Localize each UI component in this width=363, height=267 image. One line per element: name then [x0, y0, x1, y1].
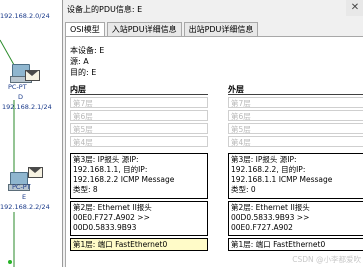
inbound-title-rule: [70, 94, 208, 95]
topology-canvas[interactable]: 192.168.2.0/24 PC-PT D 192.168.2.1/24 PC…: [0, 0, 62, 267]
outbound-layer-5[interactable]: 第5层: [228, 123, 363, 134]
tab-inbound-pdu-details[interactable]: 入站PDU详细信息: [106, 22, 182, 36]
link-status-light: [8, 260, 12, 264]
device-info: 本设备: E: [70, 46, 105, 55]
pc-d-type-label: PC-PT: [8, 83, 27, 91]
pdu-info-dialog: 设备上的PDU信息: E ✕ OSI模型 入站PDU详细信息 出站PDU详细信息…: [62, 0, 363, 267]
topology-links: [0, 39, 20, 267]
inbound-layer-5[interactable]: 第5层: [70, 123, 208, 134]
outbound-layer-7[interactable]: 第7层: [228, 97, 363, 108]
interface-ip-label: 192.168.2.2/24: [0, 203, 50, 211]
destination-info: 目的: E: [70, 68, 97, 77]
source-info: 源: A: [70, 57, 89, 66]
outbound-layer-2[interactable]: 第2层: Ethernet II报头 00D0.5833.9B93 >> 00E…: [228, 201, 363, 236]
inbound-layer-6[interactable]: 第6层: [70, 110, 208, 121]
envelope-icon[interactable]: [25, 70, 40, 81]
tab-outbound-pdu-details[interactable]: 出站PDU详细信息: [183, 22, 259, 36]
outbound-layer-1[interactable]: 第1层: 端口 FastEthernet0: [228, 238, 363, 251]
close-button[interactable]: ✕: [346, 0, 363, 16]
inbound-layer-1[interactable]: 第1层: 端口 FastEthernet0: [70, 238, 208, 251]
watermark: CSDN @小李都爱吹: [292, 255, 361, 264]
tab-bar: OSI模型 入站PDU详细信息 出站PDU详细信息: [65, 22, 260, 37]
close-icon: ✕: [350, 2, 360, 13]
dialog-title: 设备上的PDU信息: E: [67, 5, 143, 14]
pc-e-name: E: [22, 193, 27, 201]
inbound-layer-2[interactable]: 第2层: Ethernet II报头 00E0.F727.A902 >> 00D…: [70, 201, 208, 236]
pc-e-type-label: PC-PT: [12, 183, 31, 191]
outbound-layer-3[interactable]: 第3层: IP报头 源IP: 192.168.2.2, 目的IP: 192.16…: [228, 153, 363, 199]
pc-d-name: D: [18, 93, 24, 101]
envelope-icon[interactable]: [28, 167, 43, 178]
outbound-layer-4[interactable]: 第4层: [228, 136, 363, 147]
inbound-layer-3[interactable]: 第3层: IP报头 源IP: 192.168.1.1, 目的IP: 192.16…: [70, 153, 208, 199]
network-label: 192.168.2.0/24: [0, 12, 50, 20]
tab-osi-model[interactable]: OSI模型: [65, 22, 105, 37]
osi-model-panel: 本设备: E 源: A 目的: E 内层 第7层 第6层 第5层 第4层 第3层…: [65, 36, 363, 267]
interface-ip-label: 192.168.2.1/24: [2, 103, 52, 111]
outbound-title-rule: [228, 94, 363, 95]
inbound-layer-4[interactable]: 第4层: [70, 136, 208, 147]
inbound-layer-7[interactable]: 第7层: [70, 97, 208, 108]
outbound-layer-6[interactable]: 第6层: [228, 110, 363, 121]
